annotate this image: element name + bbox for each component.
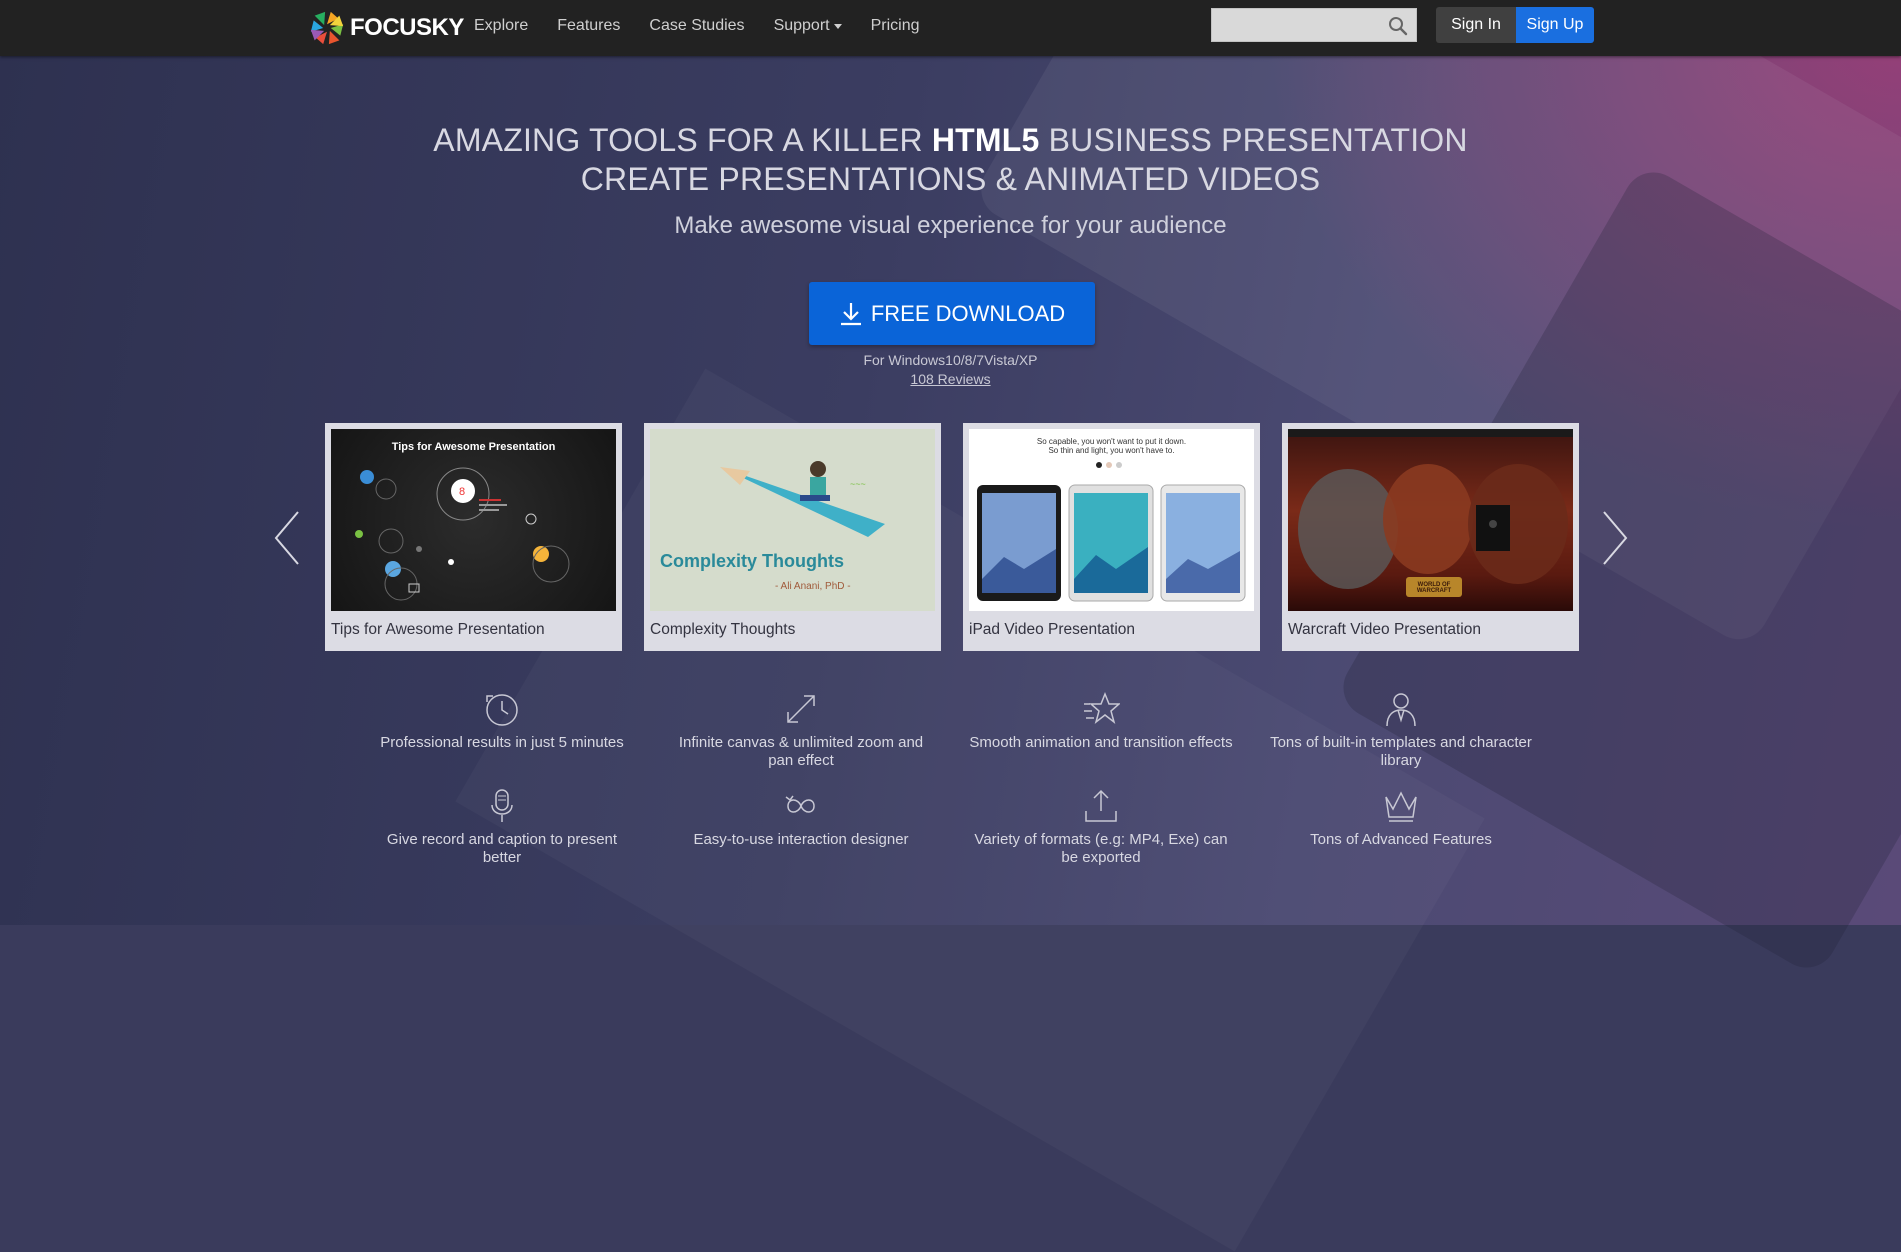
character-icon [1386,693,1416,727]
feature-text: Smooth animation and transition effects [969,734,1233,751]
free-download-label: FREE DOWNLOAD [870,300,1066,326]
carousel-card[interactable]: So capable, you won't want to put it dow… [963,423,1260,651]
card-thumbnail: WORLD OF WARCRAFT [1288,429,1573,611]
feature-item: Easy-to-use interaction designer [666,787,936,849]
feature-text: Variety of formats (e.g: MP4, Exe) can b… [974,831,1228,866]
carousel-card[interactable]: WORLD OF WARCRAFT Warcraft Video Present… [1282,423,1579,651]
feature-item: Smooth animation and transition effects [966,690,1236,752]
nav-features[interactable]: Features [557,17,620,35]
card-caption: Tips for Awesome Presentation [331,621,545,638]
sign-in-button[interactable]: Sign In [1436,7,1516,43]
feature-text: Tons of Advanced Features [1310,831,1492,848]
carousel-card[interactable]: Tips for Awesome Presentation 8 Tips for… [325,423,622,651]
feature-item: Variety of formats (e.g: MP4, Exe) can b… [966,787,1236,867]
hero-headline-line2: CREATE PRESENTATIONS & ANIMATED VIDEOS [580,161,1321,197]
sign-up-button[interactable]: Sign Up [1516,7,1594,43]
feature-text: Easy-to-use interaction designer [693,831,909,848]
feature-item: Professional results in just 5 minutes [367,690,637,752]
card-thumbnail: Tips for Awesome Presentation 8 [331,429,616,611]
expand-icon [787,695,815,723]
carousel-card[interactable]: ~~~ Complexity Thoughts - Ali Anani, PhD… [644,423,941,651]
nav-pricing[interactable]: Pricing [871,17,920,35]
interaction-icon [785,795,815,813]
star-icon [1084,691,1120,724]
hero-headline-prefix: AMAZING TOOLS FOR A KILLER [433,122,932,158]
free-download-button[interactable]: FREE DOWNLOAD [809,282,1095,345]
brand-name: FOCUSKY [350,14,464,41]
hero-headline-bold: HTML5 [931,122,1040,158]
carousel-prev-arrow-icon[interactable] [272,508,302,568]
feature-item: Infinite canvas & unlimited zoom and pan… [666,690,936,770]
carousel-next-arrow-icon[interactable] [1600,508,1630,568]
microphone-icon [491,789,513,822]
download-icon [840,302,861,325]
clock-icon [486,694,518,726]
card-caption: Complexity Thoughts [650,621,796,638]
hero-subtitle: Make awesome visual experience for your … [674,212,1227,239]
thumb-graphic [977,462,1246,602]
hero-headline: AMAZING TOOLS FOR A KILLER HTML5 BUSINES… [0,122,1901,159]
brand-logo[interactable]: FOCUSKY [308,8,464,48]
feature-item: Give record and caption to present bette… [367,787,637,867]
hero-headline-suffix: BUSINESS PRESENTATION [1039,122,1468,158]
feature-text: Infinite canvas & unlimited zoom and pan… [678,734,924,769]
card-caption: iPad Video Presentation [969,621,1136,638]
nav-support-label: Support [773,17,830,34]
feature-text: Give record and caption to present bette… [386,831,618,866]
top-navbar: FOCUSKY Explore Features Case Studies Su… [0,0,1901,56]
svg-text:~~~: ~~~ [850,479,866,489]
svg-text:8: 8 [459,486,465,498]
focusky-logo-icon [310,11,344,45]
card-thumbnail: ~~~ Complexity Thoughts - Ali Anani, PhD… [650,429,935,611]
search-icon[interactable] [1388,16,1408,36]
nav-support[interactable]: Support [774,17,842,35]
feature-text: Tons of built-in templates and character… [1270,734,1532,769]
feature-item: Tons of Advanced Features [1266,787,1536,849]
reviews-wrapper: 108 Reviews [0,371,1901,387]
feature-item: Tons of built-in templates and character… [1266,690,1536,770]
feature-text: Professional results in just 5 minutes [380,734,624,751]
thumb-author: - Ali Anani, PhD - [775,581,851,592]
platform-info: For Windows10/8/7Vista/XP [863,352,1038,368]
thumb-title: Complexity Thoughts [660,551,844,571]
card-caption: Warcraft Video Presentation [1288,621,1481,638]
card-thumbnail: So capable, you won't want to put it dow… [969,429,1254,611]
nav-links: Explore Features Case Studies Support Pr… [474,0,949,52]
reviews-link[interactable]: 108 Reviews [910,371,990,387]
nav-case-studies[interactable]: Case Studies [649,17,744,35]
search-input[interactable] [1212,9,1388,41]
thumb-graphic: 8 [355,467,570,601]
export-icon [1085,789,1117,822]
thumb-logo: WORLD OF WARCRAFT [1416,582,1452,594]
crown-icon [1385,791,1417,822]
nav-explore[interactable]: Explore [474,17,528,35]
chevron-down-icon [833,23,842,29]
search-box [1211,8,1417,42]
